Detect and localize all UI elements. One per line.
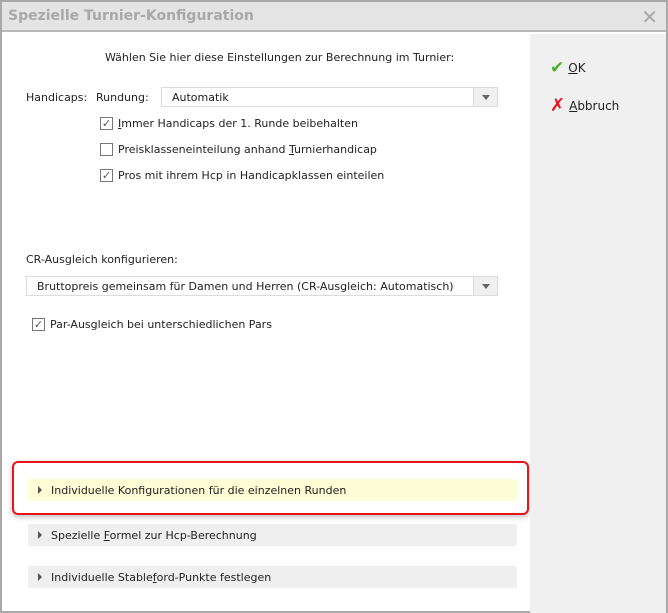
- section-special-formula[interactable]: Spezielle Formel zur Hcp-Berechnung: [28, 524, 517, 546]
- intro-text: Wählen Sie hier diese Einstellungen zur …: [105, 51, 455, 64]
- ok-button[interactable]: ✔ OK: [550, 58, 586, 78]
- checkbox-checked-icon[interactable]: ✓: [100, 117, 113, 130]
- cr-select[interactable]: Bruttopreis gemeinsam für Damen und Herr…: [26, 276, 498, 296]
- title-bar: Spezielle Turnier-Konfiguration ✕: [2, 2, 666, 32]
- checkbox-label: Immer Handicaps der 1. Runde beibehalten: [118, 117, 358, 130]
- button-panel: ✔ OK ✗ Abbruch: [530, 34, 666, 613]
- checkbox-checked-icon[interactable]: ✓: [32, 318, 45, 331]
- x-icon: ✗: [550, 95, 566, 116]
- section-stableford-points[interactable]: Individuelle Stableford-Punkte festlegen: [28, 566, 517, 588]
- checkbox-pros-handicap-classes[interactable]: ✓ Pros mit ihrem Hcp in Handicapklassen …: [100, 169, 384, 182]
- chevron-down-icon[interactable]: [473, 88, 497, 106]
- expand-arrow-icon: [38, 531, 42, 539]
- checkbox-unchecked-icon[interactable]: [100, 143, 113, 156]
- expand-arrow-icon: [38, 573, 42, 581]
- expand-arrow-icon: [38, 486, 42, 494]
- handicaps-label: Handicaps:: [26, 91, 88, 104]
- dialog-window: Spezielle Turnier-Konfiguration ✕ Wählen…: [0, 0, 668, 613]
- dialog-title: Spezielle Turnier-Konfiguration: [8, 8, 254, 24]
- checkbox-checked-icon[interactable]: ✓: [100, 169, 113, 182]
- rundung-label: Rundung:: [96, 91, 149, 104]
- checkbox-keep-round1-handicaps[interactable]: ✓ Immer Handicaps der 1. Runde beibehalt…: [100, 117, 358, 130]
- cancel-button[interactable]: ✗ Abbruch: [550, 95, 619, 116]
- section-label: Individuelle Stableford-Punkte festlegen: [51, 570, 272, 584]
- section-individual-round-config[interactable]: Individuelle Konfigurationen für die ein…: [28, 479, 517, 501]
- cr-value: Bruttopreis gemeinsam für Damen und Herr…: [37, 280, 454, 293]
- checkmark-icon: ✔: [550, 58, 565, 78]
- section-label: Individuelle Konfigurationen für die ein…: [51, 483, 347, 497]
- cr-label: CR-Ausgleich konfigurieren:: [26, 253, 178, 266]
- checkbox-price-classes-tournament-handicap[interactable]: Preisklasseneinteilung anhand Turnierhan…: [100, 143, 377, 156]
- section-label: Spezielle Formel zur Hcp-Berechnung: [51, 528, 257, 542]
- chevron-down-icon[interactable]: [473, 277, 497, 295]
- checkbox-label: Par-Ausgleich bei unterschiedlichen Pars: [50, 318, 272, 331]
- checkbox-label: Pros mit ihrem Hcp in Handicapklassen ei…: [118, 169, 385, 182]
- close-icon[interactable]: ✕: [641, 5, 658, 29]
- rundung-value: Automatik: [172, 91, 229, 104]
- checkbox-par-adjustment[interactable]: ✓ Par-Ausgleich bei unterschiedlichen Pa…: [32, 318, 272, 331]
- checkbox-label: Preisklasseneinteilung anhand Turnierhan…: [118, 143, 377, 156]
- rundung-select[interactable]: Automatik: [161, 87, 498, 107]
